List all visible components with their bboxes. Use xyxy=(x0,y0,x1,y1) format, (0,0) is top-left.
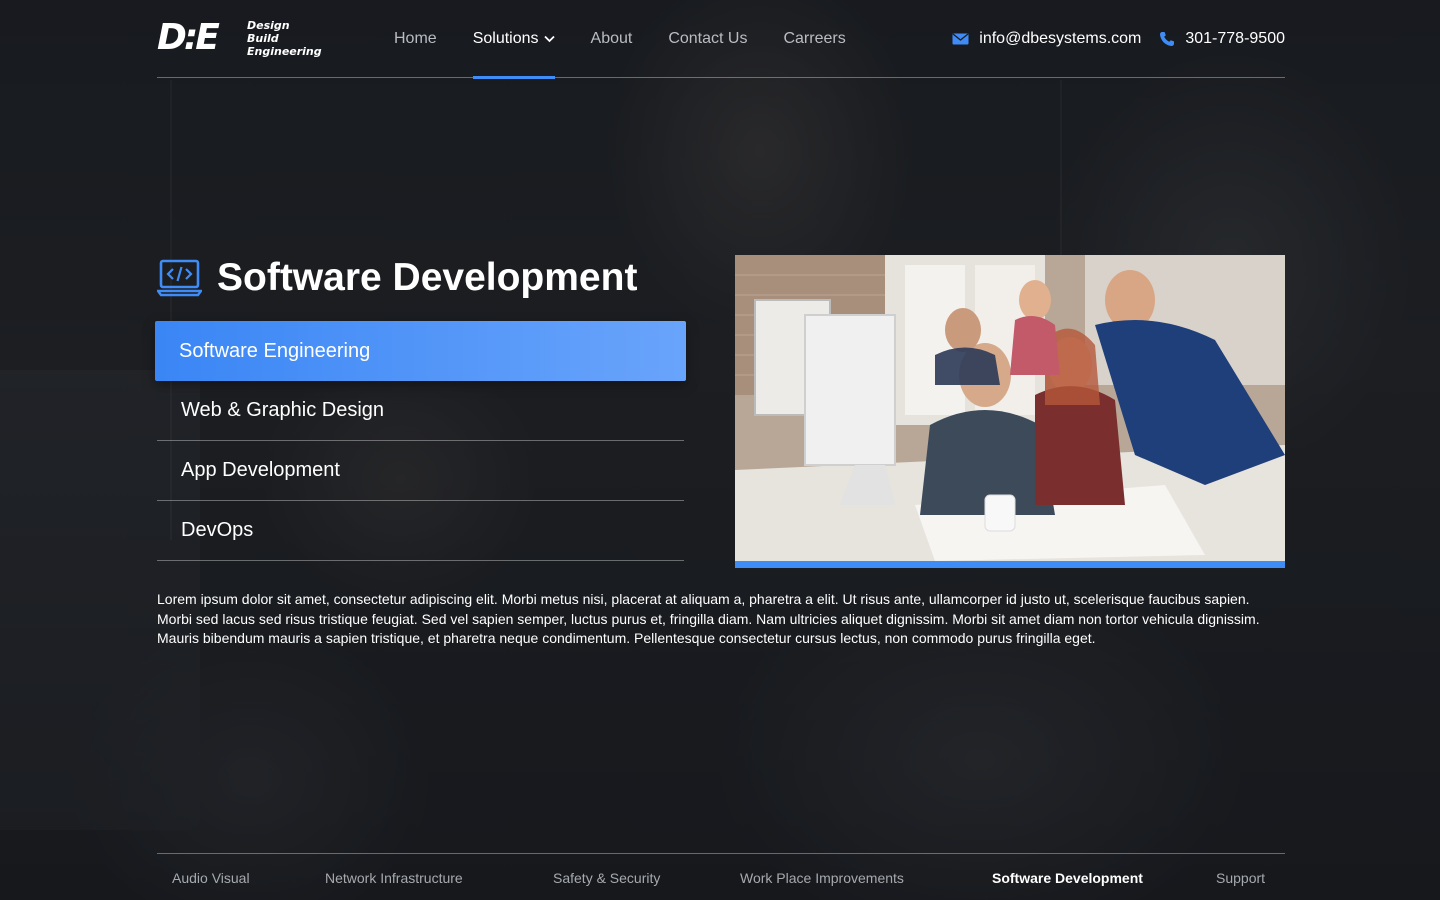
nav-item-careers[interactable]: Carreers xyxy=(783,0,845,78)
tab-safety-security[interactable]: Safety & Security xyxy=(553,870,660,886)
site-logo[interactable]: D:E Design Build Engineering xyxy=(157,18,327,60)
email-link[interactable]: info@dbesystems.com xyxy=(952,30,1141,48)
phone-icon xyxy=(1160,32,1175,46)
envelope-icon xyxy=(952,33,969,45)
submenu-item-app-development[interactable]: App Development xyxy=(157,441,684,501)
phone-number: 301-778-9500 xyxy=(1185,30,1285,47)
nav-item-label: Contact Us xyxy=(668,30,748,47)
page: D:E Design Build Engineering Home Soluti… xyxy=(0,0,1440,900)
logo-line: Design xyxy=(247,19,290,32)
logo-mark: D:E xyxy=(157,17,220,58)
tab-audio-visual[interactable]: Audio Visual xyxy=(172,870,250,886)
team-photo xyxy=(735,255,1285,561)
team-photo-illustration xyxy=(735,255,1285,561)
submenu-item-web-graphic-design[interactable]: Web & Graphic Design xyxy=(157,381,684,441)
nav-item-label: About xyxy=(590,30,633,47)
section-heading: Software Development xyxy=(157,256,637,300)
service-submenu: Software Engineering Web & Graphic Desig… xyxy=(155,321,686,561)
tab-software-development[interactable]: Software Development xyxy=(992,870,1143,886)
site-header: D:E Design Build Engineering Home Soluti… xyxy=(157,0,1285,79)
tab-support[interactable]: Support xyxy=(1216,870,1265,886)
chevron-down-icon xyxy=(543,34,555,46)
submenu-item-devops[interactable]: DevOps xyxy=(157,501,684,561)
photo-accent-bar xyxy=(735,561,1285,568)
solutions-tab-bar: Audio Visual Network Infrastructure Safe… xyxy=(157,853,1285,900)
tab-network-infrastructure[interactable]: Network Infrastructure xyxy=(325,870,463,886)
tab-work-place-improvements[interactable]: Work Place Improvements xyxy=(740,870,904,886)
nav-item-home[interactable]: Home xyxy=(394,0,437,78)
nav-item-label: Carreers xyxy=(783,30,846,47)
section-description: Lorem ipsum dolor sit amet, consectetur … xyxy=(157,591,1260,647)
nav-item-about[interactable]: About xyxy=(591,0,633,78)
submenu-item-software-engineering[interactable]: Software Engineering xyxy=(155,321,686,381)
nav-item-label: Solutions xyxy=(472,30,539,47)
code-laptop-icon xyxy=(157,259,202,297)
email-address: info@dbesystems.com xyxy=(979,30,1142,47)
nav-item-label: Home xyxy=(394,30,437,47)
logo-line: Engineering xyxy=(247,45,322,58)
main-nav: Home Solutions About Contact Us Carreers xyxy=(394,0,882,79)
logo-line: Build xyxy=(247,32,279,45)
nav-item-contact-us[interactable]: Contact Us xyxy=(668,0,747,78)
nav-item-solutions[interactable]: Solutions xyxy=(472,0,555,79)
team-photo-frame xyxy=(735,255,1285,568)
header-contacts: info@dbesystems.com 301-778-9500 xyxy=(934,0,1285,78)
logo-wordmark: Design Build Engineering xyxy=(247,19,322,58)
phone-link[interactable]: 301-778-9500 xyxy=(1159,30,1285,48)
page-title: Software Development xyxy=(217,256,638,299)
